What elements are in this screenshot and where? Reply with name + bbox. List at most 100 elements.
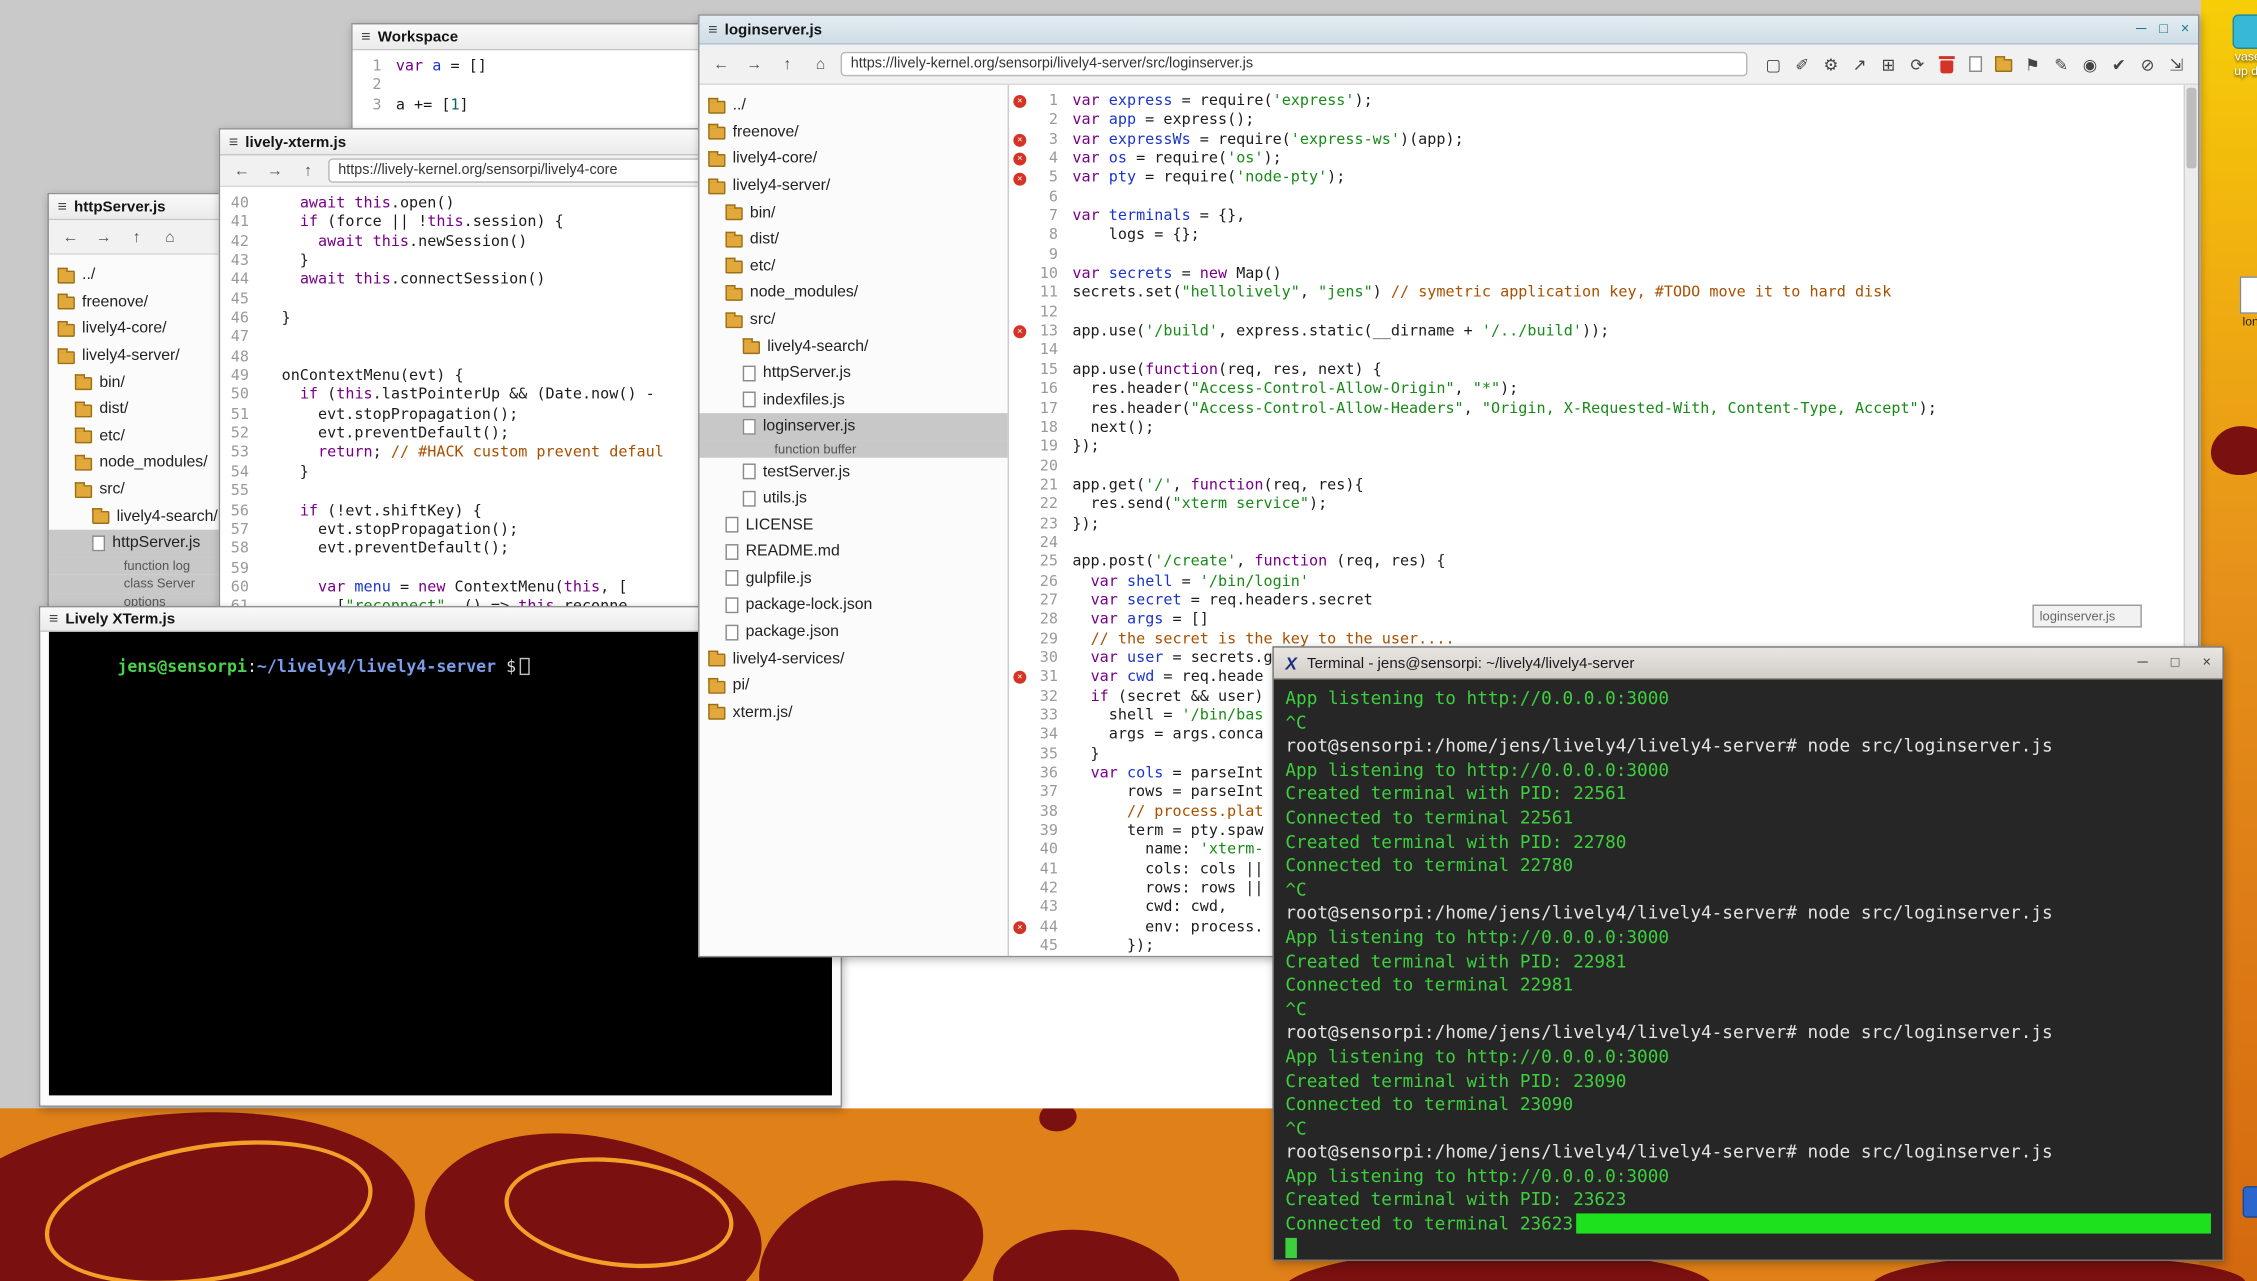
flag-icon[interactable]: ⚑	[2022, 54, 2042, 74]
gutter-marker-slot	[1010, 515, 1029, 534]
maximize-button[interactable]: □	[2171, 655, 2180, 671]
file-icon	[725, 624, 738, 640]
folder-icon	[708, 154, 725, 167]
desktop-icon-image	[2240, 276, 2257, 313]
view-icon[interactable]: ◉	[2080, 54, 2100, 74]
window-title: loginserver.js	[725, 21, 822, 38]
tree-item-etc[interactable]: etc/	[700, 253, 1008, 280]
tree-item-indexfiles-js[interactable]: indexfiles.js	[700, 387, 1008, 414]
settings-gears-icon[interactable]: ⚙	[1821, 54, 1841, 74]
terminal-title-bar[interactable]: X Terminal - jens@sensorpi: ~/lively4/li…	[1274, 648, 2223, 680]
tree-item-freenove[interactable]: freenove/	[700, 119, 1008, 146]
terminal-output[interactable]: App listening to http://0.0.0.0:3000^Cro…	[1274, 679, 2223, 1259]
terminal-text: Created terminal with PID: 22981	[1285, 949, 1626, 973]
folder-icon	[708, 127, 725, 140]
home-button[interactable]: ⌂	[157, 225, 183, 248]
open-external-icon[interactable]: ↗	[1850, 54, 1870, 74]
tree-item-dist[interactable]: dist/	[700, 226, 1008, 253]
scrollbar-thumb[interactable]	[2186, 88, 2196, 169]
tree-item-label: package-lock.json	[746, 597, 873, 614]
menu-icon[interactable]: ≡	[708, 21, 717, 38]
reload-icon[interactable]: ⟳	[1907, 54, 1927, 74]
forbid-icon[interactable]: ⊘	[2138, 54, 2158, 74]
new-folder-icon[interactable]	[1994, 56, 2014, 72]
tree-item-lively4-core[interactable]: lively4-core/	[700, 146, 1008, 173]
tree-item-node-modules[interactable]: node_modules/	[700, 279, 1008, 306]
tree-item-package-lock-json[interactable]: package-lock.json	[700, 592, 1008, 619]
module-graph-icon[interactable]: ⊞	[1878, 54, 1898, 74]
menu-icon[interactable]: ≡	[229, 133, 238, 150]
tree-item-label: lively4-core/	[82, 320, 166, 337]
line-number: 2	[353, 77, 388, 96]
fullscreen-icon[interactable]: ⇲	[2166, 54, 2186, 74]
line-number: 46	[220, 310, 255, 329]
up-button[interactable]: ↑	[774, 53, 800, 76]
up-button[interactable]: ↑	[124, 225, 150, 248]
loginserver-title-bar[interactable]: ≡ loginserver.js ─ □ ×	[700, 16, 2198, 45]
minimize-button[interactable]: ─	[2138, 655, 2148, 671]
forward-button[interactable]: →	[262, 159, 288, 182]
tree-item-package-json[interactable]: package.json	[700, 619, 1008, 646]
folder-icon	[743, 341, 760, 354]
tree-item-license[interactable]: LICENSE	[700, 512, 1008, 539]
line-number: 24	[1029, 534, 1064, 553]
forward-button[interactable]: →	[741, 53, 767, 76]
new-file-icon[interactable]	[1965, 56, 1985, 72]
menu-icon[interactable]: ≡	[49, 610, 58, 627]
desktop-icon-document[interactable]: long	[2211, 276, 2257, 328]
tree-item-pi[interactable]: pi/	[700, 672, 1008, 699]
terminal-line: ^C	[1285, 1117, 2211, 1141]
menu-icon[interactable]: ≡	[361, 28, 370, 45]
line-number: 20	[1029, 457, 1064, 476]
back-button[interactable]: ←	[58, 225, 84, 248]
back-button[interactable]: ←	[708, 53, 734, 76]
tree-subitem-function-buffer[interactable]: function buffer	[700, 440, 1008, 458]
select-box-icon[interactable]: ▢	[1763, 54, 1783, 74]
forward-button[interactable]: →	[91, 225, 117, 248]
tree-item-src[interactable]: src/	[700, 306, 1008, 333]
line-number: 3	[1029, 131, 1064, 150]
tree-item-loginserver-js[interactable]: loginserver.js	[700, 413, 1008, 440]
code-line-6: 6	[1010, 188, 2183, 207]
home-button[interactable]: ⌂	[808, 53, 834, 76]
tree-item-gulpfile-js[interactable]: gulpfile.js	[700, 565, 1008, 592]
line-number: 9	[1029, 246, 1064, 265]
tree-item-utils-js[interactable]: utils.js	[700, 485, 1008, 512]
paint-brush-icon[interactable]: ✐	[1792, 54, 1812, 74]
url-input[interactable]: https://lively-kernel.org/sensorpi/livel…	[841, 52, 1748, 76]
menu-icon[interactable]: ≡	[58, 198, 67, 215]
tree-item-item[interactable]: ../	[700, 92, 1008, 119]
terminal-text: Created terminal with PID: 23090	[1285, 1069, 1626, 1093]
gutter-marker-slot	[1010, 495, 1029, 514]
tree-item-lively4-search[interactable]: lively4-search/	[700, 333, 1008, 360]
close-button[interactable]: ×	[2181, 22, 2189, 38]
accept-icon[interactable]: ✔	[2109, 54, 2129, 74]
line-number: 49	[220, 367, 255, 386]
close-button[interactable]: ×	[2203, 655, 2211, 671]
back-button[interactable]: ←	[229, 159, 255, 182]
edit-icon[interactable]: ✎	[2051, 54, 2071, 74]
file-icon	[743, 490, 756, 506]
gutter-marker-slot	[1010, 303, 1029, 322]
maximize-button[interactable]: □	[2159, 22, 2168, 38]
tree-item-readme-md[interactable]: README.md	[700, 538, 1008, 565]
code-text: var secrets = new Map()	[1064, 265, 2184, 284]
desktop-icon-updater[interactable]: vased up dat	[2208, 14, 2257, 77]
line-number: 58	[220, 540, 255, 559]
code-text: app.post('/create', function (req, res) …	[1064, 553, 2184, 572]
code-line-9: 9	[1010, 246, 2183, 265]
tree-item-bin[interactable]: bin/	[700, 199, 1008, 226]
minimize-button[interactable]: ─	[2136, 22, 2146, 38]
tree-item-lively4-server[interactable]: lively4-server/	[700, 172, 1008, 199]
gutter-marker-slot: ×	[1010, 918, 1029, 937]
delete-icon[interactable]	[1936, 55, 1956, 72]
tree-item-httpserver-js[interactable]: httpServer.js	[700, 360, 1008, 387]
tree-item-lively4-services[interactable]: lively4-services/	[700, 645, 1008, 672]
folder-icon	[708, 707, 725, 720]
folder-icon	[58, 351, 75, 364]
tree-item-testserver-js[interactable]: testServer.js	[700, 458, 1008, 485]
code-text	[1064, 457, 2184, 476]
window-controls: ─ □ ×	[2136, 22, 2189, 38]
tree-item-xterm-js[interactable]: xterm.js/	[700, 699, 1008, 726]
up-button[interactable]: ↑	[295, 159, 321, 182]
